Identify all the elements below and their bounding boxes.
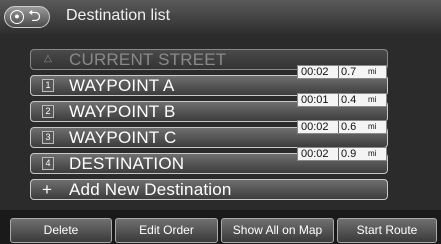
divider xyxy=(338,94,339,106)
back-arrow-icon: ⮌ xyxy=(28,8,41,25)
distance-unit: mi xyxy=(368,122,377,131)
list-item-label: CURRENT STREET xyxy=(69,50,227,69)
divider xyxy=(338,148,339,160)
distance-unit: mi xyxy=(368,149,377,158)
leg-time: 00:01 xyxy=(301,94,329,106)
leg-eta-1: 00:02 0.7 mi xyxy=(297,65,387,79)
leg-eta-4: 00:02 0.9 mi xyxy=(297,147,387,161)
microphone-icon: ● xyxy=(10,10,24,24)
leg-eta-2: 00:01 0.4 mi xyxy=(297,93,387,107)
title-bar: ● ⮌ Destination list xyxy=(0,0,441,35)
add-destination-label: Add New Destination xyxy=(69,180,232,199)
start-route-button[interactable]: Start Route xyxy=(337,218,437,243)
page-title: Destination list xyxy=(66,7,171,24)
leg-distance: 0.7 xyxy=(341,66,357,78)
list-item-label: WAYPOINT B xyxy=(69,102,176,121)
edit-order-button[interactable]: Edit Order xyxy=(115,218,218,243)
waypoint-number-icon: 4 xyxy=(42,157,54,170)
distance-unit: mi xyxy=(368,67,377,76)
show-all-on-map-button[interactable]: Show All on Map xyxy=(221,218,334,243)
plus-icon: + xyxy=(42,180,52,199)
leg-distance: 0.6 xyxy=(341,121,357,133)
start-marker-icon: △ xyxy=(44,53,52,64)
divider xyxy=(338,121,339,133)
delete-button[interactable]: Delete xyxy=(10,218,112,243)
leg-time: 00:02 xyxy=(301,121,329,133)
list-item-label: WAYPOINT A xyxy=(69,76,175,95)
leg-distance: 0.4 xyxy=(341,94,357,106)
waypoint-number-icon: 2 xyxy=(42,105,54,118)
list-item-label: WAYPOINT C xyxy=(69,128,177,147)
divider xyxy=(338,66,339,78)
voice-back-button[interactable]: ● ⮌ xyxy=(4,6,50,28)
leg-distance: 0.9 xyxy=(341,148,357,160)
waypoint-number-icon: 3 xyxy=(42,131,54,144)
destination-list: △ CURRENT STREET 1 WAYPOINT A 2 WAYPOINT… xyxy=(0,34,441,210)
leg-eta-3: 00:02 0.6 mi xyxy=(297,120,387,134)
leg-time: 00:02 xyxy=(301,148,329,160)
leg-time: 00:02 xyxy=(301,66,329,78)
list-item-label: DESTINATION xyxy=(69,154,185,173)
action-bar: Delete Edit Order Show All on Map Start … xyxy=(0,216,441,244)
distance-unit: mi xyxy=(368,95,377,104)
waypoint-number-icon: 1 xyxy=(42,79,54,92)
add-new-destination-button[interactable]: + Add New Destination xyxy=(30,179,388,200)
